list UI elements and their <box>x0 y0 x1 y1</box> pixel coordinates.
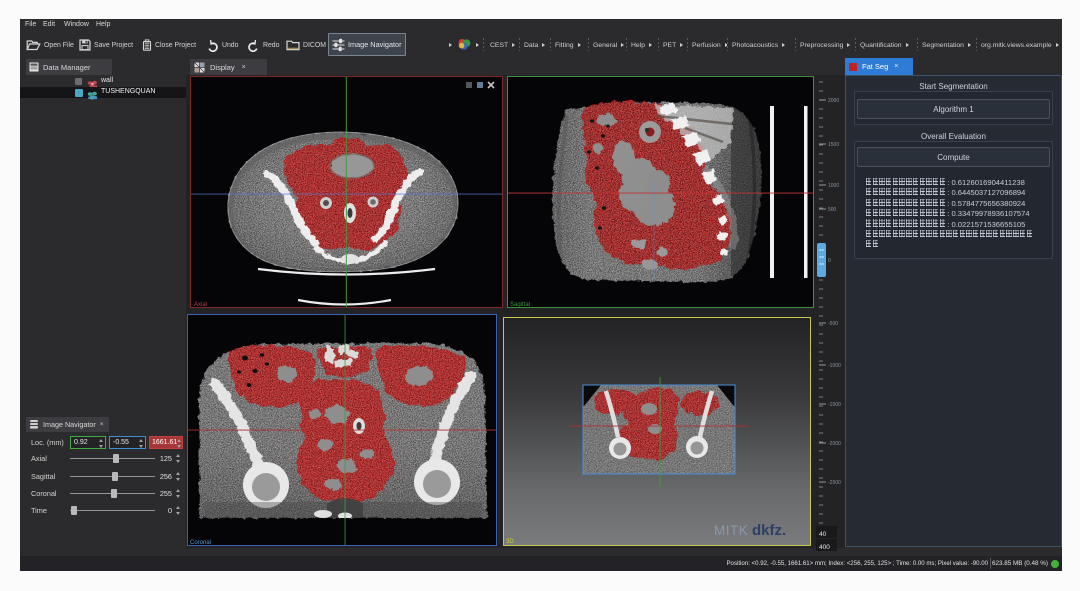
svg-text:40: 40 <box>819 531 827 538</box>
svg-text:MITK: MITK <box>714 523 748 538</box>
svg-text:dkfz.: dkfz. <box>752 522 786 539</box>
svg-text:0: 0 <box>828 258 831 264</box>
svg-text:2000: 2000 <box>828 98 839 104</box>
svg-text:-2000: -2000 <box>828 441 841 447</box>
svg-text:-2500: -2500 <box>828 480 841 486</box>
svg-text:-1000: -1000 <box>828 363 841 369</box>
svg-text:-1500: -1500 <box>828 402 841 408</box>
svg-text:-500: -500 <box>828 321 838 327</box>
svg-text:1500: 1500 <box>828 142 839 148</box>
svg-text:400: 400 <box>819 544 830 551</box>
svg-text:3D: 3D <box>506 539 514 545</box>
svg-text:500: 500 <box>828 207 837 213</box>
svg-text:1000: 1000 <box>828 183 839 189</box>
